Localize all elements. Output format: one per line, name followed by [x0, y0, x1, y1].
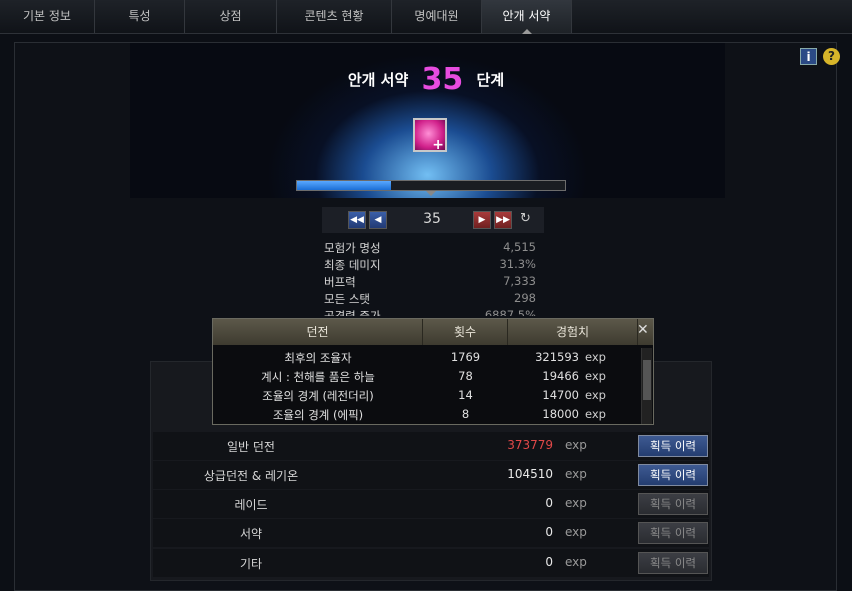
exp-row: 레이드 0 exp 획득 이력	[153, 490, 709, 518]
first-page-icon[interactable]: ◀◀	[348, 211, 366, 229]
exp-row: 상급던전 & 레기온 104510 exp 획득 이력	[153, 461, 709, 489]
tab-bar: 기본 정보 특성 상점 콘텐츠 현황 명예대원 안개 서약	[0, 0, 852, 34]
exp-source-name: 기타	[239, 557, 263, 571]
clear-count: 14	[458, 388, 473, 402]
exp-source-name: 일반 던전	[227, 440, 275, 454]
last-page-icon[interactable]: ▶▶	[494, 211, 512, 229]
stat-row: 최종 데미지 31.3%	[324, 257, 536, 274]
popup-header: 던전 횟수 경험치 ✕	[213, 319, 653, 345]
col-exp: 경험치	[508, 319, 638, 345]
tab-fog-pledge[interactable]: 안개 서약	[482, 0, 572, 34]
exp-value: 104510	[507, 467, 553, 481]
refresh-icon[interactable]: ↻	[520, 211, 531, 226]
next-page-icon[interactable]: ▶	[473, 211, 491, 229]
pledge-emblem-icon[interactable]	[413, 118, 447, 153]
dungeon-exp-popup: 던전 횟수 경험치 ✕ 최후의 조율자 1769 321593 exp 계시 : 천해를…	[212, 318, 654, 425]
stat-name: 공격력 증가	[324, 309, 381, 316]
dungeon-name: 조율의 경계 (에픽)	[272, 408, 364, 422]
stat-value: 31.3%	[499, 257, 536, 271]
exp-amount: 18000	[542, 407, 579, 421]
stat-name: 모험가 명성	[324, 241, 381, 255]
popup-scrollbar[interactable]	[641, 348, 652, 424]
exp-value: 0	[545, 525, 553, 539]
page-title: 안개 서약 35 단계	[0, 62, 852, 97]
dungeon-name: 최후의 조율자	[284, 351, 352, 365]
prev-page-icon[interactable]: ◀	[369, 211, 387, 229]
stat-row: 공격력 증가 6887.5%	[324, 308, 536, 316]
stat-value: 4,515	[503, 240, 536, 254]
exp-row: 기타 0 exp 획득 이력	[153, 549, 709, 577]
col-dungeon: 던전	[213, 319, 423, 345]
history-button[interactable]: 획득 이력	[638, 435, 708, 457]
exp-unit: exp	[565, 525, 587, 539]
progress-marker-icon	[426, 191, 436, 196]
exp-amount: 19466	[542, 369, 579, 383]
exp-unit: exp	[565, 438, 587, 452]
stat-row: 모험가 명성 4,515	[324, 240, 536, 257]
progress-bar	[296, 180, 566, 191]
stat-row: 모든 스탯 298	[324, 291, 536, 308]
history-button[interactable]: 획득 이력	[638, 493, 708, 515]
exp-value: 0	[545, 555, 553, 569]
col-count: 횟수	[423, 319, 508, 345]
exp-unit: exp	[565, 555, 587, 569]
exp-row: 서약 0 exp 획득 이력	[153, 519, 709, 547]
exp-unit: exp	[585, 407, 606, 421]
history-button[interactable]: 획득 이력	[638, 552, 708, 574]
history-button[interactable]: 획득 이력	[638, 522, 708, 544]
dungeon-name: 계시 : 천해를 품은 하늘	[261, 370, 375, 384]
pager-level: 35	[423, 211, 441, 227]
exp-unit: exp	[585, 388, 606, 402]
exp-unit: exp	[585, 350, 606, 364]
clear-count: 78	[458, 369, 473, 383]
level-pager: ◀◀ ◀ 35 ▶ ▶▶ ↻	[322, 207, 544, 233]
clear-count: 1769	[450, 350, 481, 364]
tab-honor-member[interactable]: 명예대원	[392, 0, 482, 33]
exp-unit: exp	[585, 369, 606, 383]
stat-name: 모든 스탯	[324, 292, 370, 306]
popup-row: 계시 : 천해를 품은 하늘 78 19466 exp	[213, 369, 639, 388]
exp-source-name: 레이드	[234, 498, 268, 512]
exp-source-name: 서약	[239, 527, 263, 541]
exp-unit: exp	[565, 496, 587, 510]
stat-value: 7,333	[503, 274, 536, 288]
stat-value: 298	[514, 291, 536, 305]
exp-amount: 14700	[542, 388, 579, 402]
popup-row: 최후의 조율자 1769 321593 exp	[213, 350, 639, 369]
exp-unit: exp	[565, 467, 587, 481]
tab-content-status[interactable]: 콘텐츠 현황	[277, 0, 392, 33]
exp-value: 373779	[507, 438, 553, 452]
popup-row: 조율의 경계 (에픽) 8 18000 exp	[213, 407, 639, 426]
dungeon-name: 조율의 경계 (레전더리)	[262, 389, 374, 403]
close-icon[interactable]: ✕	[637, 322, 649, 338]
clear-count: 8	[461, 407, 470, 421]
tab-basic-info[interactable]: 기본 정보	[0, 0, 95, 33]
stats-list: 모험가 명성 4,515 최종 데미지 31.3% 버프력 7,333 모든 스탯 298 공격…	[324, 240, 536, 316]
title-suffix: 단계	[476, 71, 505, 89]
stat-name: 버프력	[324, 275, 356, 289]
history-button[interactable]: 획득 이력	[638, 464, 708, 486]
stat-value: 6887.5%	[484, 308, 536, 316]
pledge-level: 35	[421, 62, 464, 97]
tab-shop[interactable]: 상점	[185, 0, 277, 33]
exp-source-name: 상급던전 & 레기온	[203, 469, 299, 483]
exp-value: 0	[545, 496, 553, 510]
exp-amount: 321593	[535, 350, 579, 364]
stat-name: 최종 데미지	[324, 258, 381, 272]
popup-row: 조율의 경계 (레전더리) 14 14700 exp	[213, 388, 639, 407]
title-prefix: 안개 서약	[347, 71, 409, 89]
exp-row: 일반 던전 373779 exp 획득 이력	[153, 432, 709, 460]
progress-fill	[297, 181, 391, 190]
stat-row: 버프력 7,333	[324, 274, 536, 291]
tab-traits[interactable]: 특성	[95, 0, 185, 33]
